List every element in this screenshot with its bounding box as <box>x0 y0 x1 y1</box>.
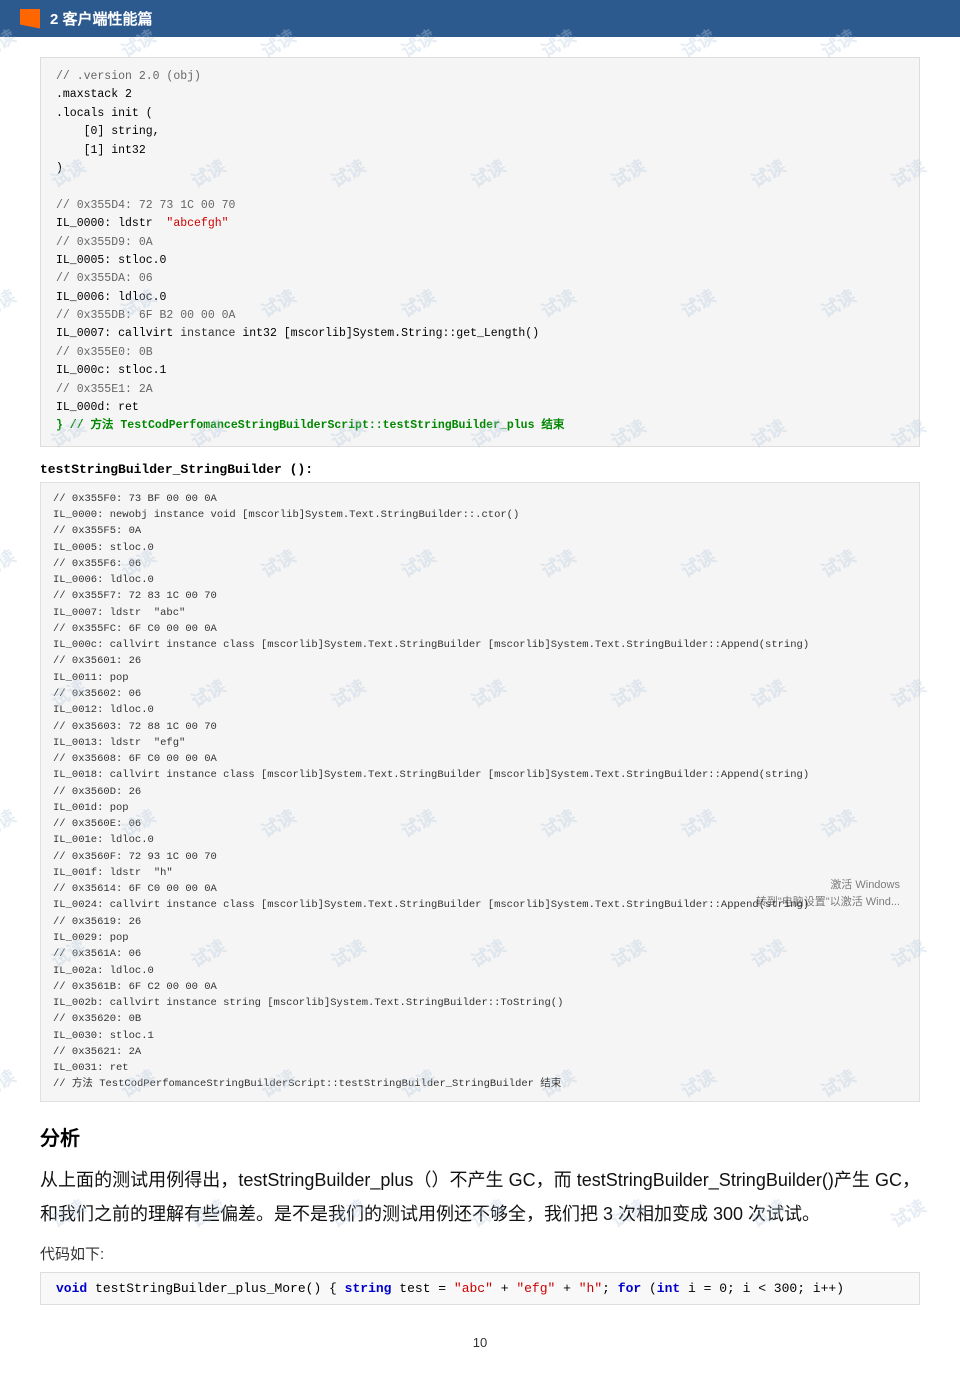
chapter-title: 2 客户端性能篇 <box>50 8 153 29</box>
instance-keyword: instance <box>180 327 235 340</box>
analysis-body-text: 从上面的测试用例得出，testStringBuilder_plus（）不产生 G… <box>40 1163 920 1231</box>
chapter-header: 2 客户端性能篇 <box>0 0 960 37</box>
chapter-icon <box>20 9 40 29</box>
main-content: // .version 2.0 (obj) .maxstack 2 .local… <box>0 37 960 1390</box>
code-label: 代码如下: <box>40 1243 920 1264</box>
code-block-il-plus: // .version 2.0 (obj) .maxstack 2 .local… <box>40 57 920 447</box>
page-number: 10 <box>40 1335 920 1370</box>
code-block-il-stringbuilder: // 0x355F0: 73 BF 00 00 0A IL_0000: newo… <box>40 482 920 1102</box>
func-header-stringbuilder: testStringBuilder_StringBuilder (): <box>40 462 920 477</box>
section-title-analysis: 分析 <box>40 1122 920 1151</box>
windows-activation-notice: 激活 Windows 转到"电脑设置"以激活 Wind... <box>756 877 900 910</box>
code-block-more: void testStringBuilder_plus_More() { str… <box>40 1272 920 1305</box>
